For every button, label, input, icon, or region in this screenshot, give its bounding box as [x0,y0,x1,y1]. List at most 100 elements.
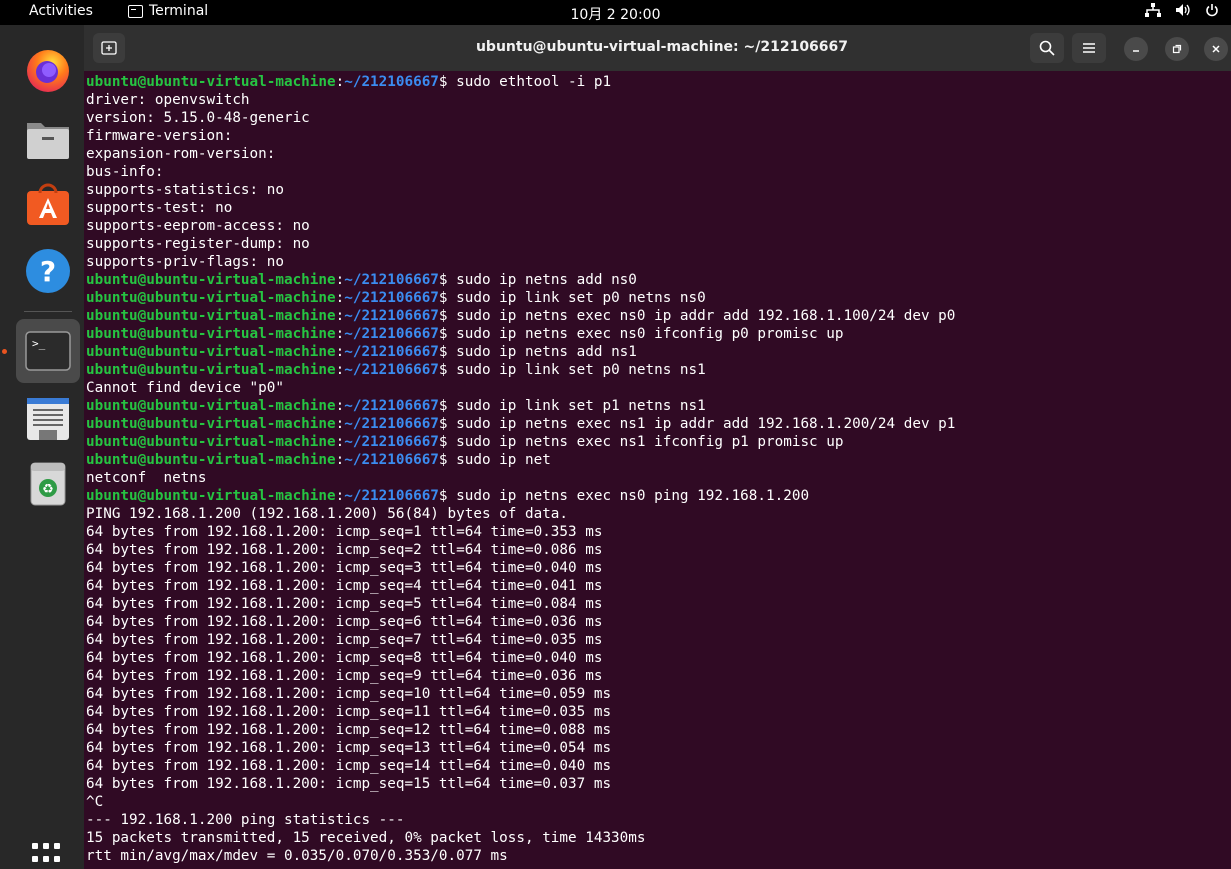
terminal-output-line: 64 bytes from 192.168.1.200: icmp_seq=8 … [86,649,1226,667]
terminal-output-line: 15 packets transmitted, 15 received, 0% … [86,829,1226,847]
prompt-symbol: $ [438,416,457,432]
power-icon[interactable] [1205,3,1219,21]
output-text: 64 bytes from 192.168.1.200: icmp_seq=3 … [86,560,603,576]
prompt-user-host: ubuntu@ubuntu-virtual-machine [86,74,336,90]
network-icon[interactable] [1145,3,1161,21]
command-text: sudo ethtool -i p1 [456,74,612,90]
output-text: 64 bytes from 192.168.1.200: icmp_seq=9 … [86,668,603,684]
output-text: bus-info: [86,164,164,180]
prompt-symbol: $ [438,452,457,468]
terminal-output-line: expansion-rom-version: [86,145,1226,163]
prompt-user-host: ubuntu@ubuntu-virtual-machine [86,326,336,342]
terminal-output-line: supports-eeprom-access: no [86,217,1226,235]
output-text: 64 bytes from 192.168.1.200: icmp_seq=5 … [86,596,603,612]
show-apps-icon[interactable] [32,843,66,869]
dock-item-files[interactable] [16,107,80,171]
terminal-output-line: supports-register-dump: no [86,235,1226,253]
prompt-user-host: ubuntu@ubuntu-virtual-machine [86,434,336,450]
prompt-symbol: $ [438,308,457,324]
output-text: ^C [86,794,104,810]
prompt-user-host: ubuntu@ubuntu-virtual-machine [86,290,336,306]
prompt-path: ~/212106667 [344,74,439,90]
output-text: supports-priv-flags: no [86,254,284,270]
terminal-output-line: PING 192.168.1.200 (192.168.1.200) 56(84… [86,505,1226,523]
terminal-output-line: 64 bytes from 192.168.1.200: icmp_seq=9 … [86,667,1226,685]
output-text: driver: openvswitch [86,92,250,108]
prompt-separator: : [335,74,345,90]
prompt-separator: : [335,362,345,378]
minimize-icon [1133,50,1139,52]
output-text: 64 bytes from 192.168.1.200: icmp_seq=8 … [86,650,603,666]
output-text: 15 packets transmitted, 15 received, 0% … [86,830,646,846]
prompt-user-host: ubuntu@ubuntu-virtual-machine [86,362,336,378]
output-text: expansion-rom-version: [86,146,276,162]
terminal-command-line: ubuntu@ubuntu-virtual-machine:~/21210666… [86,271,1226,289]
restore-icon [1172,44,1182,54]
prompt-path: ~/212106667 [344,434,439,450]
prompt-symbol: $ [438,326,457,342]
clock[interactable]: 10月 2 20:00 [0,4,1231,24]
output-text: version: 5.15.0-48-generic [86,110,310,126]
terminal-output-line: Cannot find device "p0" [86,379,1226,397]
terminal-command-line: ubuntu@ubuntu-virtual-machine:~/21210666… [86,361,1226,379]
prompt-symbol: $ [438,272,457,288]
terminal-output-line: 64 bytes from 192.168.1.200: icmp_seq=15… [86,775,1226,793]
output-text: 64 bytes from 192.168.1.200: icmp_seq=12… [86,722,612,738]
command-text: sudo ip netns add ns0 [456,272,637,288]
text-editor-icon [27,398,69,440]
prompt-separator: : [335,452,345,468]
prompt-symbol: $ [438,362,457,378]
terminal-output[interactable]: ubuntu@ubuntu-virtual-machine:~/21210666… [86,73,1226,869]
terminal-output-line: 64 bytes from 192.168.1.200: icmp_seq=13… [86,739,1226,757]
command-text: sudo ip netns exec ns1 ifconfig p1 promi… [456,434,844,450]
output-text: 64 bytes from 192.168.1.200: icmp_seq=4 … [86,578,603,594]
volume-icon[interactable] [1175,3,1191,21]
output-text: 64 bytes from 192.168.1.200: icmp_seq=10… [86,686,612,702]
minimize-button[interactable] [1124,37,1148,61]
terminal-command-line: ubuntu@ubuntu-virtual-machine:~/21210666… [86,325,1226,343]
prompt-separator: : [335,488,345,504]
command-text: sudo ip netns exec ns0 ip addr add 192.1… [456,308,956,324]
dock-item-software[interactable] [16,173,80,237]
dock-item-text-editor[interactable] [16,387,80,451]
maximize-button[interactable] [1165,37,1189,61]
prompt-symbol: $ [438,488,457,504]
terminal-icon: >_ [25,331,71,371]
prompt-separator: : [335,308,345,324]
terminal-command-line: ubuntu@ubuntu-virtual-machine:~/21210666… [86,451,1226,469]
terminal-command-line: ubuntu@ubuntu-virtual-machine:~/21210666… [86,487,1226,505]
command-text: sudo ip netns exec ns0 ifconfig p0 promi… [456,326,844,342]
system-tray[interactable] [1145,3,1219,21]
output-text: supports-statistics: no [86,182,284,198]
prompt-separator: : [335,344,345,360]
output-text: netconf netns [86,470,207,486]
dock-item-terminal[interactable]: >_ [16,319,80,383]
prompt-path: ~/212106667 [344,362,439,378]
terminal-output-line: 64 bytes from 192.168.1.200: icmp_seq=4 … [86,577,1226,595]
prompt-separator: : [335,326,345,342]
dock-item-firefox[interactable] [16,39,80,103]
terminal-output-line: 64 bytes from 192.168.1.200: icmp_seq=1 … [86,523,1226,541]
window-headerbar: ubuntu@ubuntu-virtual-machine: ~/2121066… [84,25,1231,71]
output-text: 64 bytes from 192.168.1.200: icmp_seq=13… [86,740,612,756]
prompt-path: ~/212106667 [344,326,439,342]
firefox-icon [27,50,69,92]
prompt-path: ~/212106667 [344,452,439,468]
dock-item-help[interactable]: ? [16,239,80,303]
dock-item-trash[interactable]: ♻ [16,451,80,515]
terminal-output-line: supports-test: no [86,199,1226,217]
terminal-window: ubuntu@ubuntu-virtual-machine: ~/2121066… [84,25,1231,869]
close-button[interactable] [1204,37,1228,61]
command-text: sudo ip net [456,452,551,468]
search-button[interactable] [1030,33,1064,63]
prompt-symbol: $ [438,290,457,306]
prompt-symbol: $ [438,344,457,360]
prompt-user-host: ubuntu@ubuntu-virtual-machine [86,488,336,504]
prompt-user-host: ubuntu@ubuntu-virtual-machine [86,272,336,288]
prompt-user-host: ubuntu@ubuntu-virtual-machine [86,416,336,432]
prompt-path: ~/212106667 [344,290,439,306]
output-text: Cannot find device "p0" [86,380,284,396]
menu-button[interactable] [1072,33,1106,63]
command-text: sudo ip link set p1 netns ns1 [456,398,706,414]
prompt-path: ~/212106667 [344,416,439,432]
